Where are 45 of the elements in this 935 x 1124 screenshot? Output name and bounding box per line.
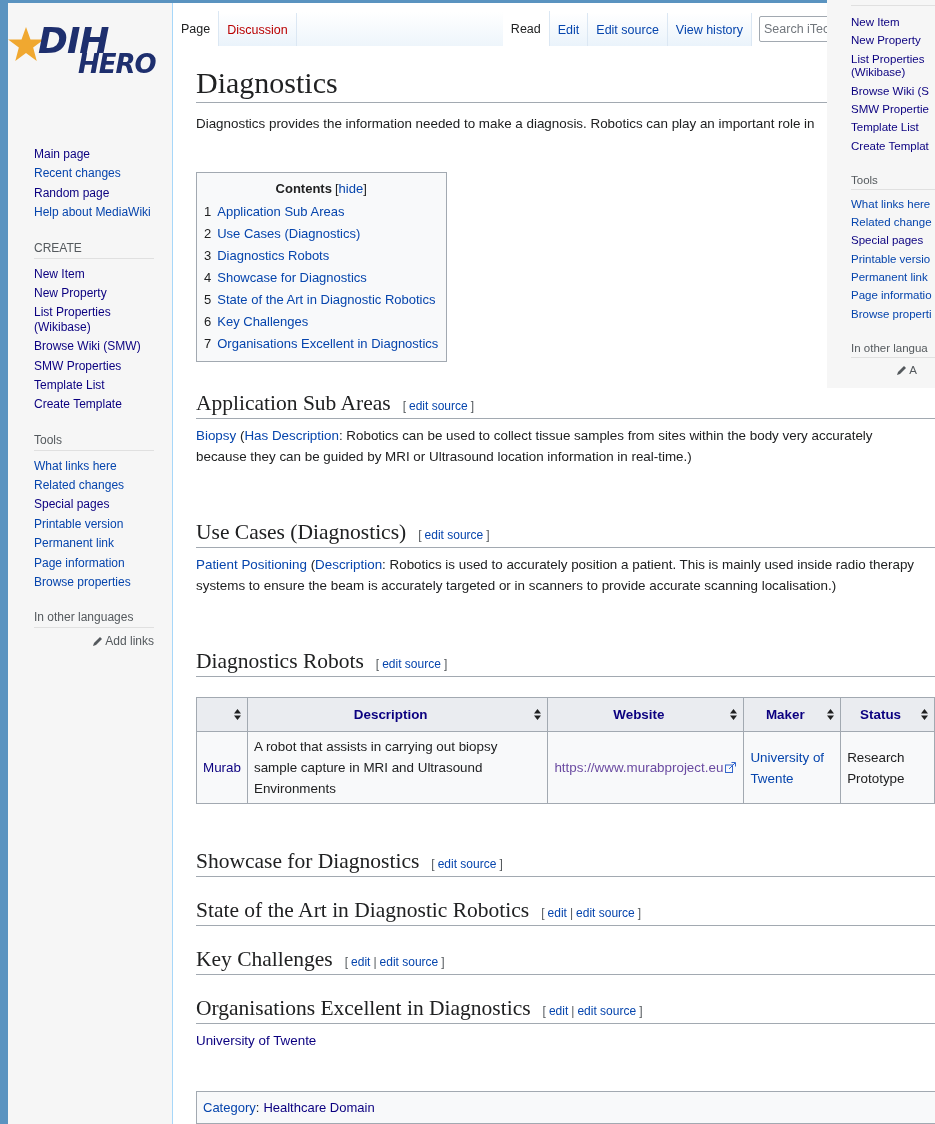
section-heading: Diagnostics Robots (196, 649, 364, 674)
paragraph: Patient Positioning (Description: Robotics is used to accurately position a patient. This is mainly used inside radio therapy systems to ensure the beam is accurately targeted or in scanners to provide accurate scanning localisation.) (196, 556, 916, 595)
toc-number: 6 (204, 313, 212, 331)
sidebar-heading: CREATE (34, 237, 154, 259)
toc-number: 2 (204, 225, 212, 243)
edit-bracket: ] (443, 657, 448, 671)
edit-bracket: [ (541, 906, 545, 920)
edit-bracket: ] (441, 955, 445, 969)
sidebar-heading: Tools (34, 429, 154, 451)
category-colon: : (255, 1100, 260, 1115)
sidebar-heading: Tools (851, 170, 935, 190)
edit-separator: | (569, 906, 574, 920)
toc-number: 3 (204, 247, 212, 265)
table-cell-text: A robot that assists in carrying out biopsy sample capture in MRI and Ultrasound Environments (253, 738, 499, 798)
edit-bracket: ] (499, 857, 503, 871)
section-heading: Showcase for Diagnostics (196, 849, 420, 874)
edit-bracket: [ (542, 1004, 546, 1018)
edit-bracket: [ (402, 399, 406, 413)
table-cell-text: Research Prototype (847, 748, 906, 788)
edit-bracket: [ (431, 857, 435, 871)
toc-number: 4 (204, 269, 212, 287)
edit-bracket: ] (470, 399, 475, 413)
edit-bracket: ] (637, 906, 642, 920)
toc-title: Contents (275, 181, 332, 196)
sidebar-heading: In other languages (34, 607, 154, 629)
section-heading: State of the Art in Diagnostic Robotics (196, 898, 530, 923)
edit-separator: | (373, 955, 377, 969)
toc-number: 5 (204, 291, 212, 309)
toc-number: 1 (204, 203, 212, 221)
edit-bracket: ] (639, 1004, 643, 1018)
section-heading: Application Sub Areas (196, 391, 391, 416)
section-heading: Organisations Excellent in Diagnostics (196, 996, 531, 1021)
edit-bracket: [ (375, 657, 380, 671)
toc-number: 7 (204, 335, 212, 353)
toc-bracket: ] (363, 181, 367, 196)
edit-bracket: [ (344, 955, 349, 969)
toc-bracket: [ (334, 181, 339, 196)
edit-bracket: [ (418, 528, 422, 542)
intro-text: Diagnostics provides the information needed to make a diagnosis. Robotics can play an important role in (196, 115, 815, 133)
edit-bracket: ] (486, 528, 490, 542)
edit-separator: | (571, 1004, 575, 1018)
sidebar-heading: In other langua (851, 338, 935, 358)
paragraph: Biopsy (Has Description: Robotics can be used to collect tissue samples from sites within the body very accurately because they can be guided by MRI or Ultrasound location information in real-time.) (196, 427, 874, 466)
section-heading: Key Challenges (196, 947, 333, 972)
section-heading: Use Cases (Diagnostics) (196, 520, 407, 545)
